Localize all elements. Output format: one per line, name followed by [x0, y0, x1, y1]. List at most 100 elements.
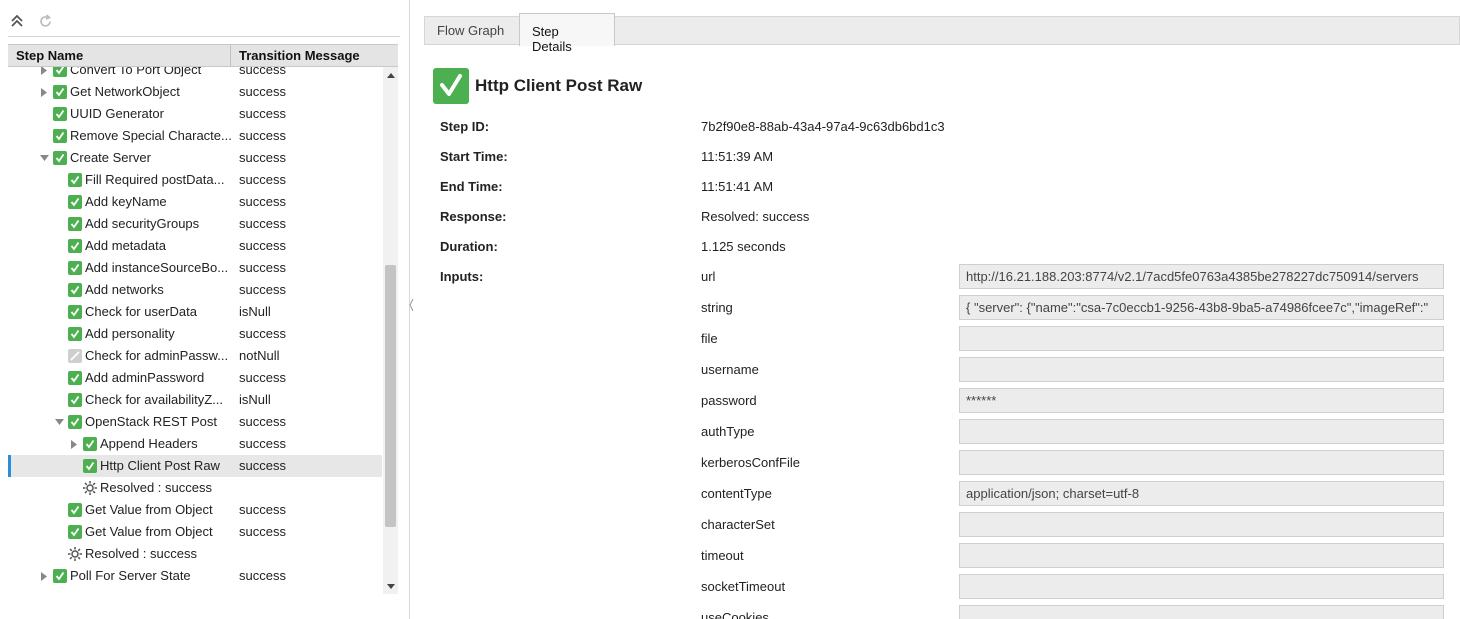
success-check-icon — [68, 261, 82, 275]
inputs-label: Inputs: — [440, 269, 484, 284]
tree-row[interactable]: Check for userData isNull — [8, 301, 382, 323]
start-time-value: 11:51:39 AM — [701, 149, 774, 164]
step-name-label: Create Server — [70, 150, 151, 165]
tree-row[interactable]: Create Server success — [8, 147, 382, 169]
tree-row[interactable]: Check for adminPassw... notNull — [8, 345, 382, 367]
input-value-characterSet[interactable] — [959, 512, 1444, 537]
input-value-username[interactable] — [959, 357, 1444, 382]
transition-message: success — [239, 436, 286, 451]
success-check-icon — [68, 217, 82, 231]
step-name-label: Add personality — [85, 326, 175, 341]
step-name-label: Get Value from Object — [85, 524, 213, 539]
input-name-timeout: timeout — [701, 548, 744, 563]
input-value-file[interactable] — [959, 326, 1444, 351]
step-name-label: Check for adminPassw... — [85, 348, 229, 363]
success-check-icon — [68, 415, 82, 429]
response-label: Response: — [440, 209, 507, 224]
refresh-icon[interactable] — [36, 12, 54, 30]
tree-row[interactable]: Add instanceSourceBo... success — [8, 257, 382, 279]
step-name-label: Poll For Server State — [70, 568, 191, 583]
tree-row[interactable]: Add metadata success — [8, 235, 382, 257]
tree-row[interactable]: Resolved : success — [8, 477, 382, 499]
tree-row[interactable]: Get Value from Object success — [8, 521, 382, 543]
tree-row[interactable]: Add networks success — [8, 279, 382, 301]
input-value-password[interactable]: ****** — [959, 388, 1444, 413]
input-name-socketTimeout: socketTimeout — [701, 579, 786, 594]
tree-scrollbar[interactable] — [383, 67, 398, 594]
tree-row[interactable]: Get NetworkObject success — [8, 81, 382, 103]
success-check-icon — [68, 195, 82, 209]
expand-arrow-right-icon[interactable] — [39, 67, 49, 75]
gear-icon — [67, 546, 83, 562]
input-value-socketTimeout[interactable] — [959, 574, 1444, 599]
expand-arrow-down-icon[interactable] — [39, 153, 49, 163]
scroll-up-arrow-icon[interactable] — [383, 67, 398, 82]
success-check-icon — [83, 437, 97, 451]
column-header-transition-message[interactable]: Transition Message — [231, 45, 381, 66]
step-id-value: 7b2f90e8-88ab-43a4-97a4-9c63db6bd1c3 — [701, 119, 945, 134]
step-name-label: Fill Required postData... — [85, 172, 225, 187]
expand-arrow-down-icon[interactable] — [54, 417, 64, 427]
transition-message: success — [239, 282, 286, 297]
input-name-useCookies: useCookies — [701, 610, 769, 619]
tree-row[interactable]: Get Value from Object success — [8, 499, 382, 521]
success-check-icon — [53, 129, 67, 143]
scrollbar-thumb[interactable] — [385, 265, 396, 527]
step-name-label: Check for availabilityZ... — [85, 392, 223, 407]
end-time-value: 11:51:41 AM — [701, 179, 774, 194]
success-check-icon — [68, 327, 82, 341]
step-name-label: OpenStack REST Post — [85, 414, 217, 429]
success-check-icon — [68, 283, 82, 297]
input-value-kerberosConfFile[interactable] — [959, 450, 1444, 475]
tree-row[interactable]: Resolved : success — [8, 543, 382, 565]
input-value-timeout[interactable] — [959, 543, 1444, 568]
input-name-kerberosConfFile: kerberosConfFile — [701, 455, 800, 470]
expand-arrow-right-icon[interactable] — [69, 439, 79, 449]
success-check-icon — [53, 107, 67, 121]
collapse-all-icon[interactable] — [8, 12, 26, 30]
step-name-label: Resolved : success — [85, 546, 197, 561]
transition-message: notNull — [239, 348, 280, 363]
transition-message: success — [239, 67, 286, 77]
step-name-label: Get NetworkObject — [70, 84, 180, 99]
tree-row[interactable]: OpenStack REST Post success — [8, 411, 382, 433]
tab-step-details[interactable]: Step Details — [519, 13, 615, 54]
input-name-password: password — [701, 393, 757, 408]
expand-arrow-right-icon[interactable] — [39, 87, 49, 97]
success-check-icon — [68, 305, 82, 319]
tree-row[interactable]: Check for availabilityZ... isNull — [8, 389, 382, 411]
tree-row[interactable]: Convert To Port Object success — [8, 67, 382, 81]
input-value-contentType[interactable]: application/json; charset=utf-8 — [959, 481, 1444, 506]
transition-message: isNull — [239, 392, 271, 407]
success-check-icon — [68, 239, 82, 253]
input-value-authType[interactable] — [959, 419, 1444, 444]
step-name-label: Get Value from Object — [85, 502, 213, 517]
tree-row[interactable]: UUID Generator success — [8, 103, 382, 125]
input-value-string[interactable]: { "server": {"name":"csa-7c0eccb1-9256-4… — [959, 295, 1444, 320]
step-id-label: Step ID: — [440, 119, 490, 134]
step-name-label: Resolved : success — [100, 480, 212, 495]
tree-row[interactable]: Append Headers success — [8, 433, 382, 455]
toolbar-divider — [8, 36, 400, 37]
duration-value: 1.125 seconds — [701, 239, 786, 254]
tree-row[interactable]: Http Client Post Raw success — [8, 455, 382, 477]
tree-row[interactable]: Poll For Server State success — [8, 565, 382, 587]
transition-message: success — [239, 458, 286, 473]
tree-row[interactable]: Add securityGroups success — [8, 213, 382, 235]
start-time-label: Start Time: — [440, 149, 508, 164]
expand-arrow-right-icon[interactable] — [39, 571, 49, 581]
transition-message: success — [239, 172, 286, 187]
column-header-step-name[interactable]: Step Name — [8, 45, 231, 66]
tree-row[interactable]: Remove Special Characte... success — [8, 125, 382, 147]
input-value-url[interactable]: http://16.21.188.203:8774/v2.1/7acd5fe07… — [959, 264, 1444, 289]
transition-message: success — [239, 568, 286, 583]
scroll-down-arrow-icon[interactable] — [383, 579, 398, 594]
tab-flow-graph[interactable]: Flow Graph — [425, 13, 519, 46]
input-value-useCookies[interactable] — [959, 605, 1444, 619]
tree-row[interactable]: Add personality success — [8, 323, 382, 345]
step-name-label: Append Headers — [100, 436, 198, 451]
tree-row[interactable]: Add keyName success — [8, 191, 382, 213]
tree-row[interactable]: Fill Required postData... success — [8, 169, 382, 191]
tree-row[interactable]: Add adminPassword success — [8, 367, 382, 389]
page-title: Http Client Post Raw — [475, 76, 643, 95]
